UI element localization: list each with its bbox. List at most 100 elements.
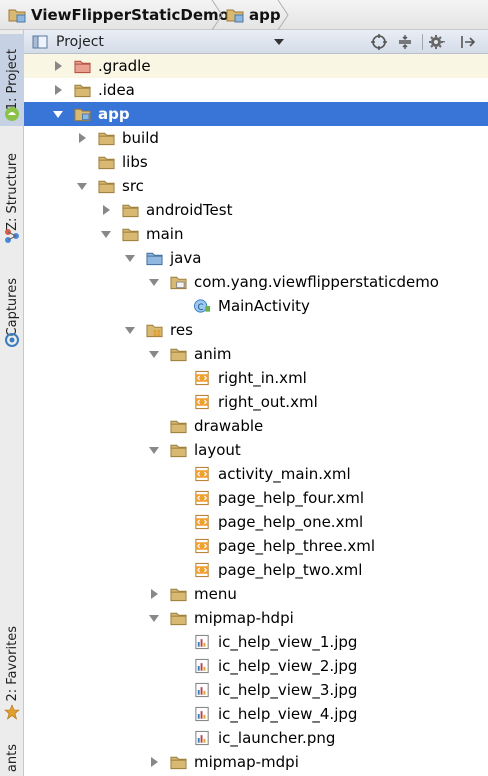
expanded-arrow-icon[interactable] [76, 180, 88, 192]
xml-file-icon [195, 490, 209, 506]
tree-row[interactable]: ic_launcher.png [24, 726, 488, 750]
camera-icon [5, 333, 19, 347]
tree-row-label: com.yang.viewflipperstaticdemo [194, 273, 439, 291]
collapsed-arrow-icon[interactable] [100, 204, 112, 216]
tab-favorites[interactable]: 2: Favorites [0, 624, 24, 704]
tree-row[interactable]: mipmap-mdpi [24, 750, 488, 774]
tree-row[interactable]: androidTest [24, 198, 488, 222]
folder-icon [170, 756, 187, 770]
image-file-icon [195, 682, 209, 698]
tree-row[interactable]: page_help_four.xml [24, 486, 488, 510]
tree-row[interactable]: build [24, 126, 488, 150]
tree-row[interactable]: menu [24, 582, 488, 606]
collapse-all-icon[interactable] [396, 33, 414, 51]
tree-row-label: MainActivity [218, 297, 310, 315]
tree-row[interactable]: right_out.xml [24, 390, 488, 414]
tree-row[interactable]: page_help_three.xml [24, 534, 488, 558]
tree-row[interactable]: app [24, 102, 488, 126]
tree-row[interactable]: ic_help_view_1.jpg [24, 630, 488, 654]
module-folder-icon [226, 9, 244, 23]
tree-row-label: ic_help_view_4.jpg [218, 705, 358, 723]
expanded-arrow-icon[interactable] [148, 348, 160, 360]
tree-row-label: libs [122, 153, 148, 171]
tree-row[interactable]: C MainActivity [24, 294, 488, 318]
svg-text:C: C [198, 303, 204, 313]
tree-row-label: .gradle [98, 57, 151, 75]
tree-row[interactable]: page_help_two.xml [24, 558, 488, 582]
collapsed-arrow-icon[interactable] [148, 756, 160, 768]
scroll-from-source-icon[interactable] [370, 33, 388, 51]
tree-row[interactable]: ic_help_view_3.jpg [24, 678, 488, 702]
expanded-arrow-icon[interactable] [100, 228, 112, 240]
tree-row-label: ic_launcher.png [218, 729, 336, 747]
tab-structure-label: Z: Structure [4, 153, 20, 231]
tree-row[interactable]: res [24, 318, 488, 342]
tree-row[interactable]: ic_help_view_4.jpg [24, 702, 488, 726]
xml-file-icon [195, 370, 209, 386]
project-folder-icon [8, 9, 26, 23]
tree-row[interactable]: layout [24, 438, 488, 462]
tree-row-label: res [170, 321, 193, 339]
tree-row-label: page_help_one.xml [218, 513, 364, 531]
folder-icon [170, 612, 187, 626]
tree-row[interactable]: src [24, 174, 488, 198]
collapsed-arrow-icon[interactable] [76, 132, 88, 144]
tree-row-label: right_in.xml [218, 369, 307, 387]
tree-row-label: right_out.xml [218, 393, 318, 411]
expanded-arrow-icon[interactable] [148, 276, 160, 288]
tree-row[interactable]: ic_help_view_2.jpg [24, 654, 488, 678]
gear-icon[interactable] [428, 33, 446, 51]
tree-row-label: androidTest [146, 201, 233, 219]
tree-row[interactable]: main [24, 222, 488, 246]
tree-row[interactable]: .idea [24, 78, 488, 102]
breadcrumb-separator-icon [211, 0, 223, 30]
tree-row-label: menu [194, 585, 237, 603]
breadcrumb-project[interactable]: ViewFlipperStaticDemo [8, 0, 229, 30]
tree-row[interactable]: java [24, 246, 488, 270]
project-view-selector[interactable]: Project [32, 32, 288, 52]
collapsed-arrow-icon[interactable] [148, 588, 160, 600]
tree-row[interactable]: com.yang.viewflipperstaticdemo [24, 270, 488, 294]
expanded-arrow-icon[interactable] [148, 612, 160, 624]
project-view-icon [32, 35, 48, 49]
tree-row[interactable]: libs [24, 150, 488, 174]
folder-icon [170, 444, 187, 458]
tab-ants[interactable]: ants [0, 738, 24, 776]
tree-row[interactable]: .gradle [24, 54, 488, 78]
folder-icon [74, 84, 91, 98]
tree-row-label: activity_main.xml [218, 465, 351, 483]
tree-row[interactable]: right_in.xml [24, 366, 488, 390]
tab-structure[interactable]: Z: Structure [0, 142, 24, 242]
expanded-arrow-icon[interactable] [124, 252, 136, 264]
tab-favorites-label: 2: Favorites [4, 626, 20, 702]
folder-icon [170, 420, 187, 434]
tree-row[interactable]: activity_main.xml [24, 462, 488, 486]
folder-icon [170, 348, 187, 362]
folder-icon [98, 156, 115, 170]
expanded-arrow-icon[interactable] [52, 108, 64, 120]
project-view-label: Project [56, 34, 104, 50]
tree-row-label: build [122, 129, 159, 147]
tree-row[interactable]: mipmap-hdpi [24, 606, 488, 630]
folder-icon [122, 228, 139, 242]
breadcrumb-module[interactable]: app [226, 0, 281, 30]
tree-row-label: layout [194, 441, 241, 459]
tree-row-label: main [146, 225, 184, 243]
tab-project-label: 1: Project [4, 49, 20, 111]
xml-file-icon [195, 466, 209, 482]
image-file-icon [195, 658, 209, 674]
hide-icon[interactable] [458, 33, 476, 51]
folder-icon [98, 180, 115, 194]
expanded-arrow-icon[interactable] [148, 444, 160, 456]
toolbar-divider [422, 34, 423, 50]
star-icon [4, 704, 20, 720]
collapsed-arrow-icon[interactable] [52, 60, 64, 72]
structure-icon [5, 229, 19, 243]
expanded-arrow-icon[interactable] [124, 324, 136, 336]
tree-row[interactable]: page_help_one.xml [24, 510, 488, 534]
tree-row[interactable]: anim [24, 342, 488, 366]
collapsed-arrow-icon[interactable] [52, 84, 64, 96]
tree-row[interactable]: drawable [24, 414, 488, 438]
tree-row-label: ic_help_view_3.jpg [218, 681, 358, 699]
tree-row-label: mipmap-hdpi [194, 609, 294, 627]
